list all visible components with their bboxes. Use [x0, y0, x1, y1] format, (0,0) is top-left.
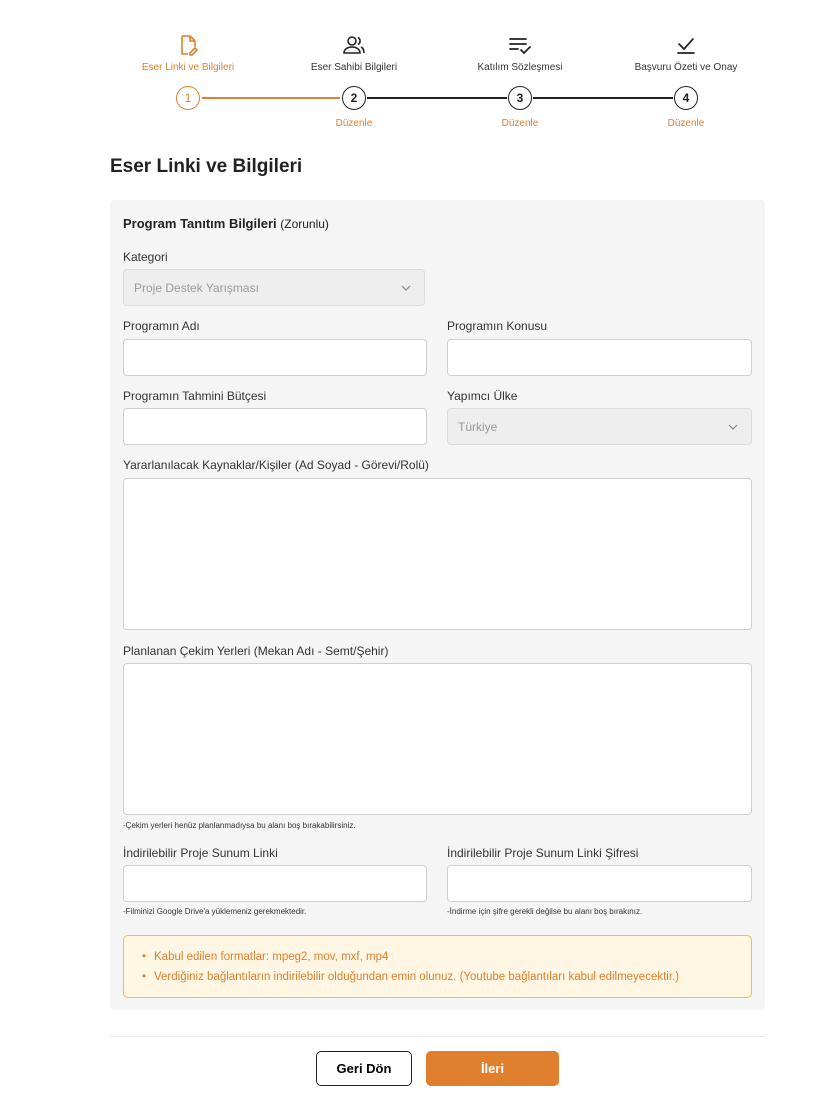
cekim-textarea[interactable] — [123, 663, 752, 815]
butce-label: Programın Tahmini Bütçesi — [123, 389, 267, 403]
page-title: Eser Linki ve Bilgileri — [110, 156, 303, 177]
progress-line-active — [202, 97, 340, 99]
step-eser-linki[interactable]: Eser Linki ve Bilgileri — [103, 0, 273, 73]
progress-line — [367, 97, 507, 99]
progress-stepper: Eser Linki ve Bilgileri Eser Sahibi Bilg… — [0, 0, 840, 140]
kaynaklar-textarea[interactable] — [123, 478, 752, 630]
back-button[interactable]: Geri Dön — [316, 1051, 412, 1086]
next-button[interactable]: İleri — [426, 1051, 559, 1086]
step-number-3: 3 — [508, 86, 532, 110]
chevron-down-icon — [401, 285, 411, 291]
cekim-label: Planlanan Çekim Yerleri (Mekan Adı - Sem… — [123, 644, 389, 658]
program-konusu-label: Programın Konusu — [447, 319, 548, 333]
ulke-value: Türkiye — [458, 419, 498, 434]
step-number-2: 2 — [342, 86, 366, 110]
users-icon — [343, 36, 365, 54]
step-label: Katılım Sözleşmesi — [477, 62, 563, 73]
format-notice: Kabul edilen formatlar: mpeg2, mov, mxf,… — [123, 935, 752, 998]
edit-link-step-2[interactable]: Düzenle — [324, 118, 384, 129]
sifre-hint: -İndirme için şifre gerekli değilse bu a… — [447, 907, 643, 916]
chevron-down-icon — [728, 424, 738, 430]
link-hint: -Filminizi Google Drive'a yüklemeniz ger… — [123, 907, 307, 916]
notice-item: Verdiğiniz bağlantıların indirilebilir o… — [142, 967, 751, 987]
ulke-label: Yapımcı Ülke — [447, 389, 518, 403]
section-title-text: Program Tanıtım Bilgileri — [123, 216, 277, 231]
kategori-select[interactable]: Proje Destek Yarışması — [123, 269, 425, 306]
step-number-1: 1 — [176, 86, 200, 110]
step-label: Eser Sahibi Bilgileri — [310, 62, 398, 73]
step-label: Eser Linki ve Bilgileri — [141, 62, 235, 73]
edit-link-step-3[interactable]: Düzenle — [490, 118, 550, 129]
kategori-value: Proje Destek Yarışması — [134, 280, 259, 295]
section-title-note: (Zorunlu) — [280, 217, 329, 231]
list-check-icon — [509, 38, 531, 55]
step-number-4: 4 — [674, 86, 698, 110]
step-katilim[interactable]: Katılım Sözleşmesi — [435, 0, 605, 73]
edit-document-icon — [181, 35, 198, 56]
link-label: İndirilebilir Proje Sunum Linki — [123, 846, 278, 860]
progress-line — [533, 97, 673, 99]
check-icon — [677, 38, 695, 54]
cekim-hint: -Çekim yerleri henüz planlanmadıysa bu a… — [123, 821, 356, 830]
program-konusu-input[interactable] — [447, 339, 752, 376]
link-input[interactable] — [123, 865, 427, 902]
butce-input[interactable] — [123, 408, 427, 445]
divider — [110, 1036, 765, 1037]
program-adi-label: Programın Adı — [123, 319, 200, 333]
step-basvuru-ozeti[interactable]: Başvuru Özeti ve Onay — [601, 0, 771, 73]
step-eser-sahibi[interactable]: Eser Sahibi Bilgileri — [269, 0, 439, 73]
program-adi-input[interactable] — [123, 339, 427, 376]
notice-item: Kabul edilen formatlar: mpeg2, mov, mxf,… — [142, 947, 751, 967]
sifre-label: İndirilebilir Proje Sunum Linki Şifresi — [447, 846, 639, 860]
form-panel: Program Tanıtım Bilgileri (Zorunlu) Kate… — [110, 200, 765, 1010]
step-label: Başvuru Özeti ve Onay — [634, 62, 738, 73]
kaynaklar-label: Yararlanılacak Kaynaklar/Kişiler (Ad Soy… — [123, 458, 429, 472]
kategori-label: Kategori — [123, 250, 168, 264]
ulke-select[interactable]: Türkiye — [447, 408, 752, 445]
section-title: Program Tanıtım Bilgileri (Zorunlu) — [123, 216, 329, 231]
edit-link-step-4[interactable]: Düzenle — [656, 118, 716, 129]
sifre-input[interactable] — [447, 865, 752, 902]
